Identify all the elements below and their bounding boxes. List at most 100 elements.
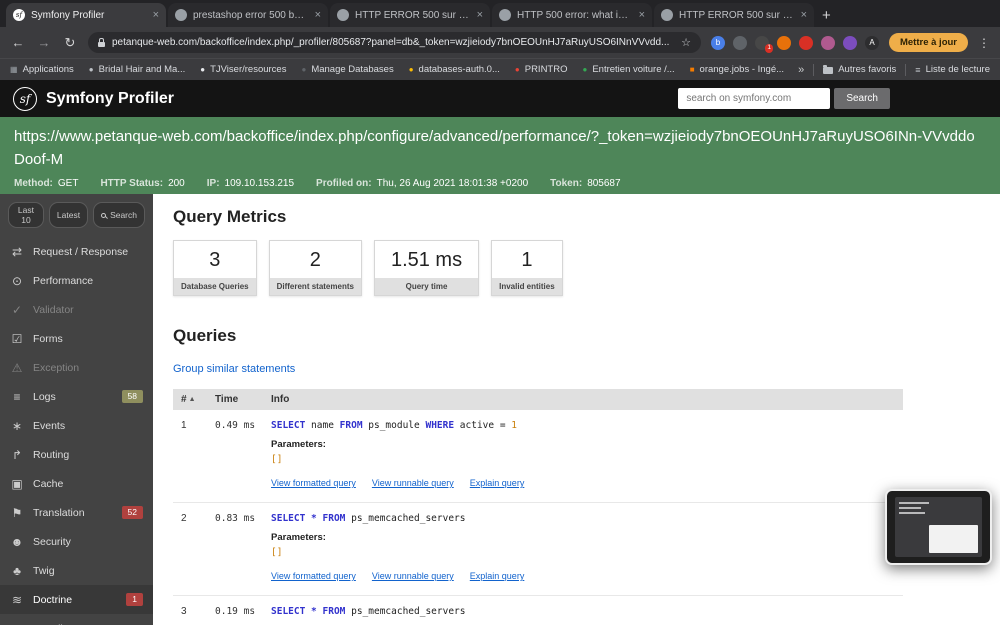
sidebar-item-e-mails[interactable]: ✉E-Mails — [0, 614, 153, 625]
sidebar-filter-search[interactable]: Search — [93, 202, 145, 228]
sql-token: WHERE — [425, 420, 459, 431]
metric-value: 1.51 ms — [375, 241, 478, 278]
banner-meta-item: IP:109.10.153.215 — [207, 178, 294, 189]
bookmark-star-icon[interactable]: ☆ — [681, 36, 691, 49]
url-text: petanque-web.com/backoffice/index.php/_p… — [112, 37, 674, 48]
sidebar-item-label: Security — [33, 536, 71, 548]
filter-label: Search — [110, 210, 137, 220]
extension-icon[interactable]: b — [711, 36, 725, 50]
pip-thumbnail[interactable] — [885, 489, 992, 565]
sidebar-item-routing[interactable]: ↱Routing — [0, 440, 153, 469]
forward-icon[interactable]: → — [36, 35, 52, 50]
new-tab-button[interactable]: + — [822, 7, 831, 24]
other-bookmarks[interactable]: Autres favoris — [823, 64, 896, 75]
sidebar-item-performance[interactable]: ⊙Performance — [0, 266, 153, 295]
banner-meta: Method:GETHTTP Status:200IP:109.10.153.2… — [14, 178, 986, 189]
profiler-search-button[interactable]: Search — [834, 88, 890, 109]
sidebar-item-doctrine[interactable]: ≋Doctrine1 — [0, 585, 153, 614]
sidebar-filter-last-10[interactable]: Last 10 — [8, 202, 44, 228]
browser-menu-icon[interactable]: ⋮ — [978, 36, 990, 50]
tab-close-icon[interactable]: × — [477, 9, 483, 21]
update-button[interactable]: Mettre à jour — [889, 33, 968, 52]
sidebar-item-logs[interactable]: ≡Logs58 — [0, 382, 153, 411]
metric-label: Different statements — [270, 278, 361, 295]
tab-close-icon[interactable]: × — [639, 9, 645, 21]
browser-tab[interactable]: HTTP ERROR 500 sur back off× — [654, 3, 814, 27]
address-bar[interactable]: petanque-web.com/backoffice/index.php/_p… — [88, 32, 701, 53]
routing-icon: ↱ — [10, 448, 24, 462]
bookmark-item[interactable]: ●Manage Databases — [301, 64, 393, 75]
metric-card: 2Different statements — [269, 240, 362, 296]
banner-meta-item: Profiled on:Thu, 26 Aug 2021 18:01:38 +0… — [316, 178, 528, 189]
extension-icon[interactable]: A — [865, 36, 879, 50]
query-link[interactable]: Explain query — [470, 478, 525, 488]
query-link[interactable]: View formatted query — [271, 478, 356, 488]
bookmark-item[interactable]: ●TJViser/resources — [200, 64, 286, 75]
group-similar-statements-link[interactable]: Group similar statements — [173, 363, 295, 375]
extension-icon[interactable] — [821, 36, 835, 50]
sidebar-item-cache[interactable]: ▣Cache — [0, 469, 153, 498]
bookmark-item[interactable]: ●databases-auth.0... — [409, 64, 500, 75]
extension-icon[interactable] — [733, 36, 747, 50]
tab-close-icon[interactable]: × — [153, 9, 159, 21]
bookmark-favicon: ▦ — [10, 66, 18, 74]
reading-list-label: Liste de lecture — [926, 64, 990, 75]
reading-list[interactable]: ≡ Liste de lecture — [915, 64, 990, 75]
browser-tab[interactable]: prestashop error 500 backoffi× — [168, 3, 328, 27]
sidebar-item-events[interactable]: ∗Events — [0, 411, 153, 440]
browser-tab[interactable]: HTTP 500 error: what is it and × — [492, 3, 652, 27]
query-row: 20.83 msSELECT * FROM ps_memcached_serve… — [173, 503, 903, 596]
bookmark-item[interactable]: ●Entretien voiture /... — [582, 64, 674, 75]
bookmark-item[interactable]: ▦Applications — [10, 64, 74, 75]
tab-close-icon[interactable]: × — [801, 9, 807, 21]
bookmark-label: databases-auth.0... — [419, 64, 500, 75]
sidebar-item-forms[interactable]: ☑Forms — [0, 324, 153, 353]
query-links: View formatted query View runnable query E… — [271, 566, 895, 584]
bookmark-item[interactable]: ●PRINTRO — [515, 64, 568, 75]
folder-icon — [823, 67, 833, 74]
extension-icon[interactable]: 1 — [755, 36, 769, 50]
extension-icon[interactable] — [799, 36, 813, 50]
sidebar-item-exception[interactable]: ⚠Exception — [0, 353, 153, 382]
column-header[interactable]: #▲ — [181, 394, 215, 405]
exception-icon: ⚠ — [10, 361, 24, 375]
browser-tab[interactable]: HTTP ERROR 500 sur Back-off × — [330, 3, 490, 27]
banner-meta-item: Method:GET — [14, 178, 78, 189]
reload-icon[interactable]: ↻ — [62, 35, 78, 51]
meta-label: Token: — [550, 178, 582, 189]
metric-card: 1.51 msQuery time — [374, 240, 479, 296]
column-header[interactable]: Time — [215, 394, 271, 405]
extension-icon[interactable] — [843, 36, 857, 50]
sql-token: * — [311, 606, 322, 617]
bookmark-label: TJViser/resources — [210, 64, 286, 75]
profiler-search-input[interactable] — [678, 88, 830, 109]
divider — [813, 64, 814, 76]
sidebar-item-validator[interactable]: ✓Validator — [0, 295, 153, 324]
page-favicon — [499, 9, 511, 21]
back-icon[interactable]: ← — [10, 35, 26, 50]
sidebar-item-request-response[interactable]: ⇄Request / Response — [0, 237, 153, 266]
meta-value: 805687 — [587, 178, 620, 189]
sidebar-item-twig[interactable]: ♣Twig — [0, 556, 153, 585]
extension-icon[interactable] — [777, 36, 791, 50]
profiler-body: Last 10Latest Search ⇄Request / Response⊙… — [0, 194, 1000, 625]
tab-title: HTTP 500 error: what is it and — [517, 10, 633, 21]
sidebar-item-security[interactable]: ☻Security — [0, 527, 153, 556]
bookmark-item[interactable]: ●Bridal Hair and Ma... — [89, 64, 185, 75]
tab-title: HTTP ERROR 500 sur Back-off — [355, 10, 471, 21]
bookmark-favicon: ● — [515, 66, 520, 74]
sidebar-filter-latest[interactable]: Latest — [49, 202, 88, 228]
bookmarks-overflow-icon[interactable]: » — [798, 64, 804, 76]
query-link[interactable]: View runnable query — [372, 571, 454, 581]
browser-tab[interactable]: sfSymfony Profiler× — [6, 3, 166, 27]
sidebar-item-label: Forms — [33, 333, 63, 345]
other-bookmarks-label: Autres favoris — [838, 64, 896, 75]
bookmark-item[interactable]: ■orange.jobs - Ingé... — [690, 64, 784, 75]
sidebar-item-translation[interactable]: ⚑Translation52 — [0, 498, 153, 527]
query-link[interactable]: Explain query — [470, 571, 525, 581]
tab-close-icon[interactable]: × — [315, 9, 321, 21]
query-link[interactable]: View formatted query — [271, 571, 356, 581]
sql-token: FROM — [323, 606, 352, 617]
column-header[interactable]: Info — [271, 394, 895, 405]
query-link[interactable]: View runnable query — [372, 478, 454, 488]
